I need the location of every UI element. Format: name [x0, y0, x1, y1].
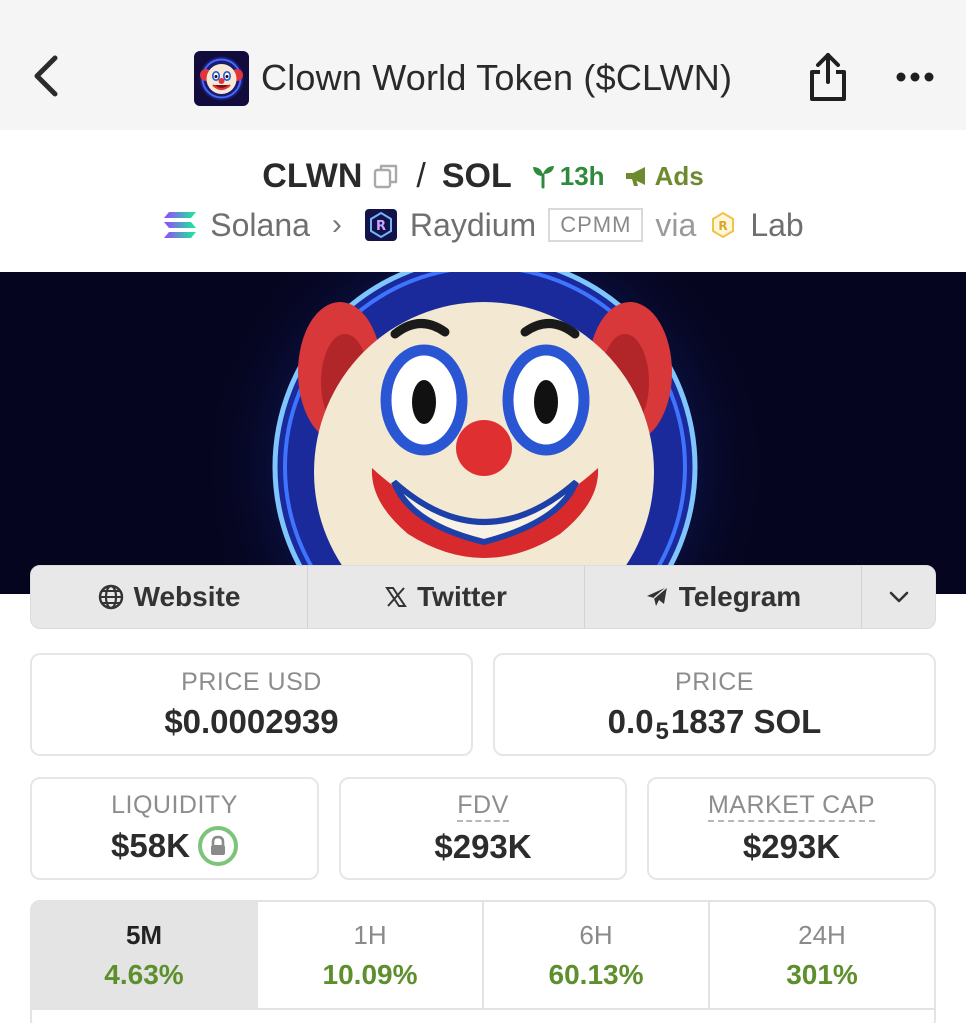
website-label: Website: [133, 581, 241, 612]
pair-separator: /: [416, 156, 426, 195]
pair-age: 13h: [530, 161, 605, 192]
market-cap-card: MARKET CAP $293K: [647, 777, 936, 880]
market-cap-label[interactable]: MARKET CAP: [707, 791, 876, 822]
svg-text:R: R: [719, 219, 728, 233]
base-symbol: CLWN: [262, 156, 363, 195]
price-usd-value: $0.0002939: [164, 703, 339, 740]
tab-5m[interactable]: 5M 4.63%: [32, 902, 258, 1008]
pair-row: CLWN / SOL 13h Ads: [0, 150, 966, 202]
quote-symbol: SOL: [441, 156, 512, 195]
globe-icon: [98, 584, 123, 610]
solana-icon: [164, 212, 197, 238]
megaphone-icon: [625, 167, 645, 186]
pool-type-badge: CPMM: [548, 208, 644, 242]
tab-6h-label: 6H: [579, 919, 613, 950]
page-title: Clown World Token ($CLWN): [261, 57, 733, 98]
sprout-icon: [532, 166, 554, 189]
price-native-suffix: 1837 SOL: [670, 703, 822, 740]
telegram-button[interactable]: Telegram: [585, 566, 862, 628]
raydium-icon: R: [364, 209, 397, 241]
tab-24h[interactable]: 24H 301%: [710, 902, 934, 1008]
tab-1h[interactable]: 1H 10.09%: [258, 902, 484, 1008]
timeframe-tabs: 5M 4.63% 1H 10.09% 6H 60.13% 24H 301%: [32, 902, 934, 1008]
liquidity-value: $58K: [111, 827, 190, 864]
top-bar: Clown World Token ($CLWN): [0, 0, 966, 130]
price-native-card: PRICE 0.0 5 1837 SOL: [493, 653, 936, 756]
liquidity-value-row: $58K: [111, 826, 238, 866]
more-button[interactable]: [888, 56, 942, 98]
liquidity-label: LIQUIDITY: [111, 791, 238, 819]
svg-text:R: R: [376, 219, 386, 234]
lab-icon: R: [712, 211, 735, 239]
tab-5m-label: 5M: [125, 919, 163, 950]
launchpad-name[interactable]: Lab: [750, 207, 803, 244]
twitter-label: Twitter: [417, 581, 507, 612]
tab-1h-change: 10.09%: [322, 958, 418, 990]
price-usd-label: PRICE USD: [181, 668, 322, 696]
lock-icon[interactable]: [197, 826, 238, 866]
telegram-icon: [646, 586, 668, 606]
tab-1h-label: 1H: [353, 919, 387, 950]
website-button[interactable]: Website: [31, 566, 308, 628]
chain-name[interactable]: Solana: [210, 207, 310, 244]
chevron-left-icon: [34, 55, 58, 97]
pair-age-text: 13h: [559, 160, 605, 191]
dex-name[interactable]: Raydium: [410, 207, 536, 244]
ads-label: Ads: [654, 160, 704, 191]
timeframe-panel: 5M 4.63% 1H 10.09% 6H 60.13% 24H 301%: [30, 900, 936, 1023]
timeframe-details: [32, 1008, 934, 1023]
market-cap-value: $293K: [742, 828, 841, 865]
fdv-card: FDV $293K: [339, 777, 627, 880]
more-socials-button[interactable]: [862, 566, 935, 628]
chain-row: Solana › R Raydium CPMM via R Lab: [0, 202, 966, 248]
tab-6h[interactable]: 6H 60.13%: [484, 902, 710, 1008]
liquidity-card: LIQUIDITY $58K: [30, 777, 319, 880]
token-title-group: Clown World Token ($CLWN): [194, 50, 732, 106]
tab-24h-change: 301%: [786, 958, 858, 990]
back-button[interactable]: [22, 48, 70, 104]
clown-face-image: [0, 272, 966, 594]
chevron-right-icon: ›: [331, 208, 342, 241]
ads-link[interactable]: Ads: [623, 161, 704, 192]
fdv-value: $293K: [434, 828, 532, 865]
price-native-prefix: 0.0: [607, 703, 654, 740]
share-button[interactable]: [800, 48, 856, 106]
price-native-label: PRICE: [675, 668, 754, 696]
token-logo: [194, 50, 249, 106]
price-native-zeros: 5: [655, 718, 669, 745]
tab-6h-change: 60.13%: [548, 958, 644, 990]
telegram-label: Telegram: [678, 581, 802, 612]
price-native-value: 0.0 5 1837 SOL: [607, 703, 822, 745]
socials-bar: Website Twitter Telegram: [30, 565, 936, 629]
fdv-label[interactable]: FDV: [457, 791, 509, 822]
x-logo-icon: [385, 587, 408, 607]
price-usd-card: PRICE USD $0.0002939: [30, 653, 473, 756]
via-label: via: [655, 206, 697, 243]
share-icon: [810, 53, 846, 101]
copy-icon[interactable]: [372, 162, 400, 190]
more-horizontal-icon: [896, 72, 934, 82]
token-banner: [0, 272, 966, 594]
tab-24h-label: 24H: [798, 919, 846, 950]
chevron-down-icon: [889, 591, 908, 603]
tab-5m-change: 4.63%: [104, 958, 184, 990]
twitter-button[interactable]: Twitter: [308, 566, 585, 628]
